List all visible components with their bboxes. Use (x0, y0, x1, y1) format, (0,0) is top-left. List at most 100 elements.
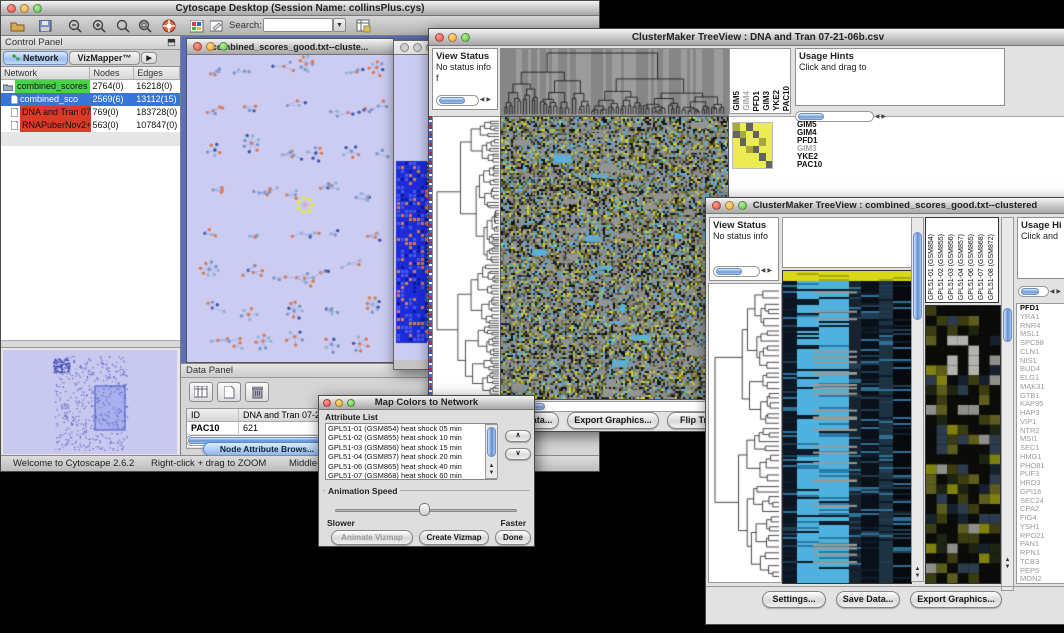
help-lifering-icon[interactable] (159, 18, 179, 34)
attribute-item[interactable]: GPL51-01 (GSM854) heat shock 05 min (326, 424, 496, 433)
move-up-button[interactable]: ∧ (505, 430, 531, 442)
network-table-row[interactable]: RNAPuberNov2+563(0)107847(0) (1, 119, 180, 132)
delete-attribute-icon[interactable] (245, 382, 269, 402)
zoom-button[interactable] (219, 42, 228, 51)
minimize-button[interactable] (335, 399, 343, 407)
zoom-vscrollbar[interactable]: ▲▼ (1001, 217, 1014, 591)
move-down-button[interactable]: ∨ (505, 448, 531, 460)
close-button[interactable] (435, 33, 444, 42)
column-dendrogram-empty (782, 217, 912, 268)
search-dropdown-icon[interactable]: ▼ (333, 18, 346, 32)
main-window-title: Cytoscape Desktop (Session Name: collins… (1, 3, 599, 14)
usage-hints-title: Usage Hi (1021, 220, 1062, 231)
minimize-button[interactable] (413, 43, 422, 52)
zoom-fit-icon[interactable] (113, 18, 133, 34)
view-status-scrollbar[interactable]: ◀▶ (436, 94, 492, 106)
dialog-title-bar[interactable]: Map Colors to Network (319, 396, 534, 410)
network-name: combined_scores (15, 80, 90, 93)
experiment-label: GPL51-03 (GSM856) (948, 234, 958, 300)
export-graphics-button[interactable]: Export Graphics... (910, 591, 1002, 608)
node-count: 2764(0) (91, 80, 135, 93)
similarity-heatmap-canvas[interactable] (500, 116, 729, 400)
treeview-dna-title-bar[interactable]: ClusterMaker TreeView : DNA and Tran 07-… (429, 29, 1064, 46)
zoom-in-icon[interactable] (89, 18, 109, 34)
close-button[interactable] (400, 43, 409, 52)
network-table-row[interactable]: combined_scores2764(0)16218(0) (1, 80, 180, 93)
save-data-button[interactable]: Save Data... (836, 591, 900, 608)
network-table-row[interactable]: DNA and Tran 07769(0)183728(0) (1, 106, 180, 119)
tab-network[interactable]: Network (3, 51, 68, 65)
view-status-text: No status info (713, 231, 768, 241)
id-column-header[interactable]: ID (187, 409, 239, 421)
attribute-item[interactable]: GPL51-02 (GSM855) heat shock 10 min (326, 433, 496, 442)
close-button[interactable] (323, 399, 331, 407)
create-vizmap-button[interactable]: Create Vizmap (419, 530, 489, 545)
expression-heatmap-canvas[interactable] (782, 270, 912, 584)
gene-label[interactable]: MON2 (1020, 575, 1064, 584)
birdseye-view[interactable] (3, 350, 177, 454)
attribute-list-scrollbar[interactable]: ▲▼ (485, 424, 498, 479)
birdseye-canvas[interactable] (3, 350, 177, 454)
zoom-button[interactable] (33, 4, 42, 13)
search-input[interactable] (263, 18, 333, 32)
zoom-selected-icon[interactable] (135, 18, 155, 34)
document-icon (11, 108, 18, 117)
save-session-icon[interactable] (35, 18, 55, 34)
vizmapper-icon[interactable] (187, 18, 207, 34)
network-tab-icon (12, 54, 20, 62)
animate-vizmap-button[interactable]: Animate Vizmap (331, 530, 413, 545)
export-graphics-button[interactable]: Export Graphics... (567, 412, 659, 429)
attribute-item[interactable]: GPL51-07 (GSM868) heat shock 60 min (326, 471, 496, 480)
attribute-item[interactable]: GPL51-03 (GSM856) heat shock 15 min (326, 443, 496, 452)
column-label: PAC10 (782, 86, 791, 111)
annotation-icon[interactable] (207, 18, 227, 34)
float-panel-icon[interactable]: ⬒ (167, 36, 176, 50)
edge-count: 183728(0) (134, 106, 180, 119)
tab-vizmapper[interactable]: VizMapper™ (69, 51, 141, 65)
new-attribute-icon[interactable] (217, 382, 241, 402)
row-dendrogram-canvas[interactable] (432, 116, 502, 400)
window-controls[interactable] (7, 4, 42, 13)
network-canvas[interactable] (187, 55, 393, 362)
close-button[interactable] (712, 201, 721, 210)
tab-overflow-arrow-icon[interactable]: ▶ (141, 52, 156, 64)
background-window-title-bar[interactable] (394, 41, 428, 55)
open-session-icon[interactable] (7, 18, 27, 34)
usage-hints-title: Usage Hints (799, 51, 854, 62)
experiment-label: GPL51-07 (GSM868) (978, 234, 988, 300)
panel-splitter[interactable]: ● (1, 341, 180, 348)
grid-network-canvas[interactable] (394, 55, 428, 360)
attribute-list[interactable]: GPL51-01 (GSM854) heat shock 05 minGPL51… (325, 423, 497, 480)
done-button[interactable]: Done (495, 530, 531, 545)
row-dendrogram-canvas[interactable] (708, 283, 782, 583)
zoom-heatmap-canvas[interactable] (925, 305, 1001, 584)
zoom-button[interactable] (347, 399, 355, 407)
zoom-out-icon[interactable] (65, 18, 85, 34)
control-panel: Control Panel ⬒ Network VizMapper™ ▶ (1, 36, 181, 457)
treeview-combined-title-bar[interactable]: ClusterMaker TreeView : combined_scores_… (706, 198, 1064, 214)
attribute-item[interactable]: GPL51-06 (GSM865) heat shock 40 min (326, 462, 496, 471)
speed-slider-thumb[interactable] (419, 503, 430, 516)
node-attribute-browser-button[interactable]: Node Attribute Brows... (203, 442, 331, 456)
view-status-title: View Status (713, 220, 766, 231)
column-dendrogram-canvas[interactable] (500, 48, 729, 116)
network-table-row[interactable]: combined_sco2569(6)13112(15) (1, 93, 180, 106)
close-button[interactable] (193, 42, 202, 51)
heatmap-vscrollbar[interactable]: ▲▼ (911, 217, 924, 582)
settings-button[interactable]: Settings... (762, 591, 826, 608)
minimize-button[interactable] (206, 42, 215, 51)
minimize-button[interactable] (448, 33, 457, 42)
network-view-title-bar[interactable]: combined_scores_good.txt--cluste... (187, 39, 393, 55)
minimize-button[interactable] (725, 201, 734, 210)
main-title-bar[interactable]: Cytoscape Desktop (Session Name: collins… (1, 1, 599, 16)
view-status-scrollbar[interactable]: ◀▶ (713, 265, 773, 277)
minimize-button[interactable] (20, 4, 29, 13)
usage-hints-scrollbar[interactable]: ◀▶ (1018, 285, 1062, 297)
close-button[interactable] (7, 4, 16, 13)
zoom-button[interactable] (461, 33, 470, 42)
zoom-button[interactable] (738, 201, 747, 210)
mini-heatmap[interactable] (732, 122, 773, 169)
attribute-browser-icon[interactable] (353, 18, 373, 34)
attribute-select-icon[interactable] (189, 382, 213, 402)
attribute-item[interactable]: GPL51-04 (GSM857) heat shock 20 min (326, 452, 496, 461)
